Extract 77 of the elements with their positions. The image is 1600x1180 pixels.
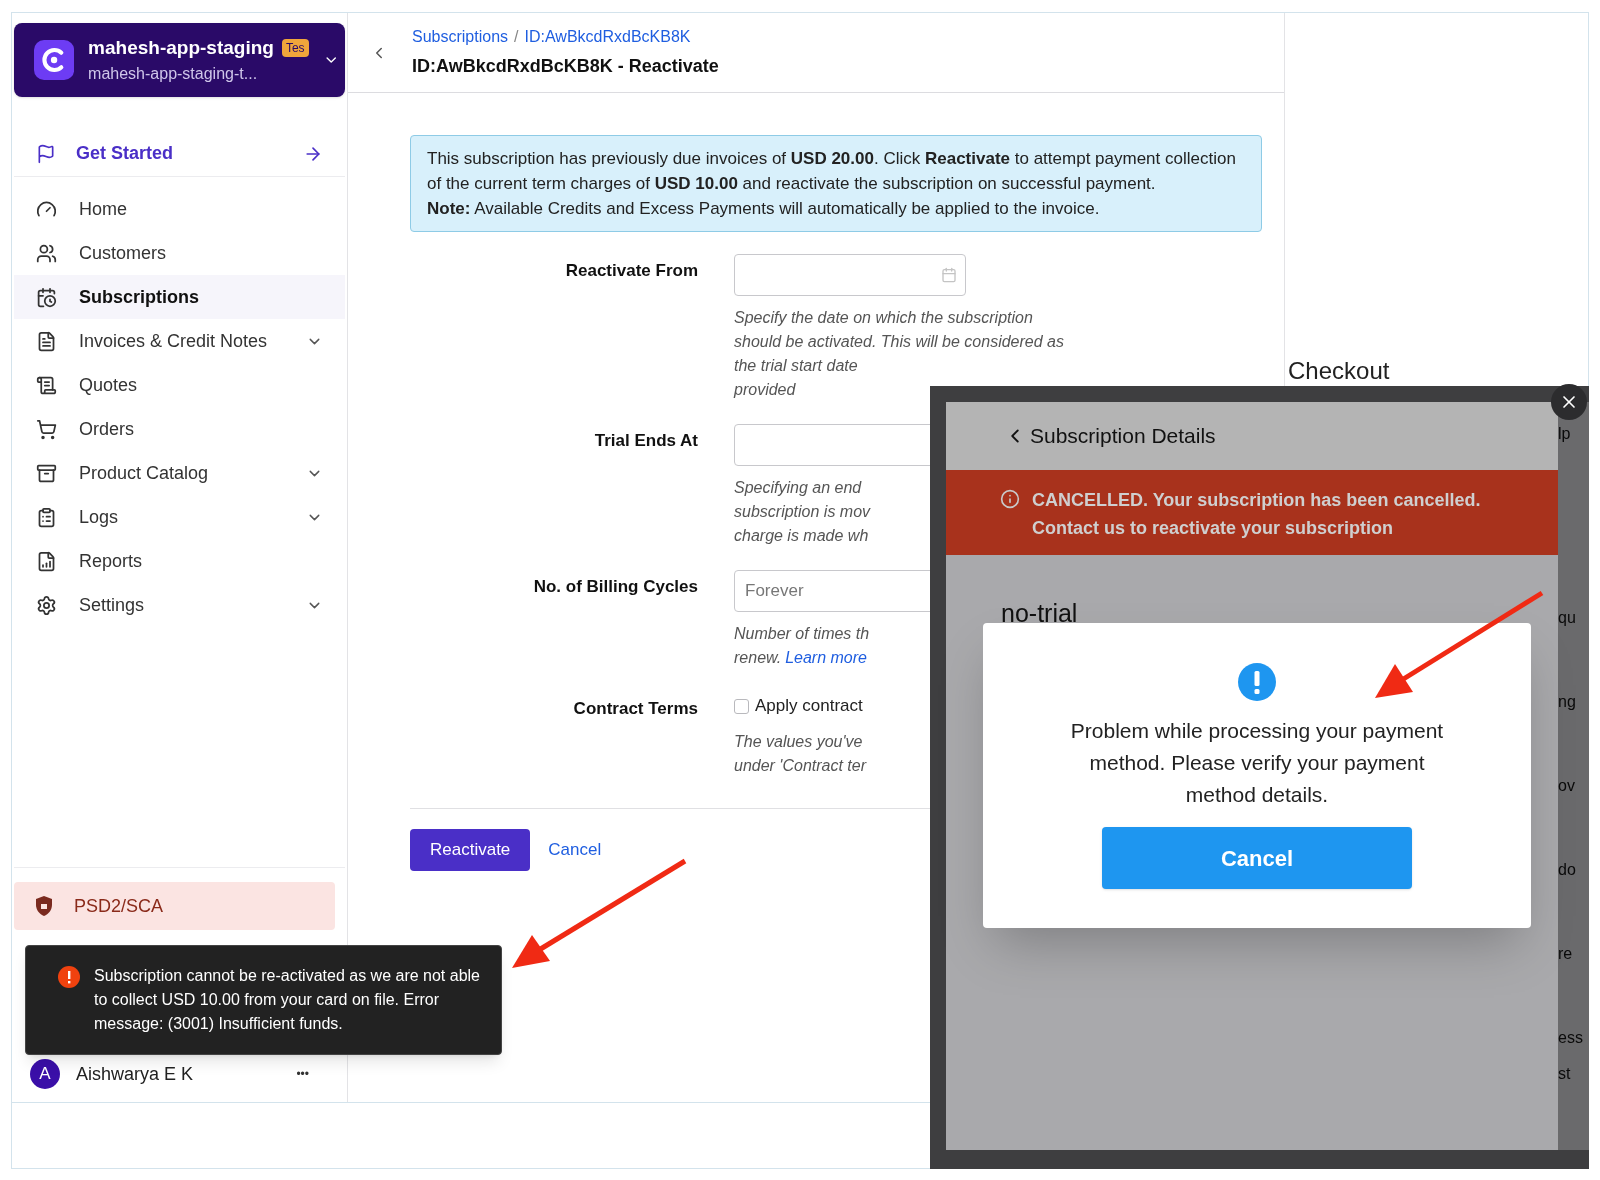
close-button[interactable] bbox=[1551, 384, 1587, 420]
learn-more-link[interactable]: Learn more bbox=[785, 646, 867, 670]
field-label: Trial Ends At bbox=[594, 430, 698, 452]
hint-text: should be activated. This will be considered as bbox=[734, 332, 1064, 352]
box-icon bbox=[36, 462, 57, 484]
nav-item[interactable]: Settings bbox=[14, 583, 345, 627]
checkbox-label: Apply contract bbox=[755, 695, 863, 718]
partial-text: ng bbox=[1558, 692, 1576, 712]
checkbox[interactable] bbox=[734, 698, 749, 714]
nav-item[interactable]: Home bbox=[14, 187, 345, 231]
info-icon bbox=[1000, 489, 1020, 509]
nav-item[interactable]: Product Catalog bbox=[14, 451, 345, 495]
nav-item[interactable]: Subscriptions bbox=[14, 275, 345, 319]
notice-text: This subscription has previously due invoices of USD 20.00. Click Reactivate to attempt payment collection of the current term charges of USD 10.00 and reactivate the subscription on successful payment. bbox=[427, 148, 1237, 195]
report-icon bbox=[36, 550, 57, 572]
breadcrumb-link[interactable]: ID:AwBkcdRxdBcKB8K bbox=[524, 25, 691, 49]
workspace-subtitle: mahesh-app-staging-t... bbox=[88, 64, 259, 85]
flag-icon bbox=[36, 143, 56, 164]
users-icon bbox=[36, 242, 57, 264]
user-name: Aishwarya E K bbox=[76, 1062, 195, 1086]
subscription-details-back[interactable]: Subscription Details bbox=[1030, 420, 1216, 452]
nav-item[interactable]: Orders bbox=[14, 407, 345, 451]
nav-item[interactable]: Logs bbox=[14, 495, 345, 539]
hint-text: under 'Contract ter bbox=[734, 756, 866, 776]
test-badge: Tes bbox=[281, 39, 309, 57]
toast-message: Subscription cannot be re-activated as we are not able to collect USD 10.00 from your card on file. Error message: (3001) Insufficient funds. bbox=[94, 966, 481, 1034]
hint-text: charge is made wh bbox=[734, 526, 869, 546]
field-label: Reactivate From bbox=[565, 260, 698, 282]
calendar-icon bbox=[941, 267, 957, 283]
hint-text: The values you've bbox=[734, 732, 863, 752]
hint-text: subscription is mov bbox=[734, 502, 871, 522]
partial-text: ess bbox=[1558, 1028, 1583, 1048]
nav-item[interactable]: Invoices & Credit Notes bbox=[14, 319, 345, 363]
breadcrumb-link[interactable]: Subscriptions bbox=[412, 25, 509, 49]
psd2-banner[interactable]: PSD2/SCA bbox=[14, 882, 335, 930]
clipboard-icon bbox=[36, 506, 57, 528]
banner-text: CANCELLED. Your subscription has been cancelled. Contact us to reactivate your subscription bbox=[1032, 489, 1482, 540]
shield-icon bbox=[36, 896, 52, 916]
calendar-clock-icon bbox=[36, 286, 57, 308]
hint-text: the trial start date bbox=[734, 356, 858, 376]
cancel-link[interactable]: Cancel bbox=[548, 837, 602, 863]
notice-note: Note: Available Credits and Excess Payments will automatically be applied to the invoice. bbox=[427, 198, 1101, 220]
page-title: ID:AwBkcdRxdBcKB8K - Reactivate bbox=[412, 55, 719, 78]
partial-text: st bbox=[1558, 1064, 1571, 1084]
hint-text: renew. bbox=[734, 648, 782, 668]
workspace-card[interactable]: mahesh-app-staging Tes mahesh-app-staging-t... bbox=[14, 23, 345, 97]
checkout-title: Checkout bbox=[1288, 356, 1390, 386]
partial-text: ov bbox=[1558, 776, 1575, 796]
partial-text: do bbox=[1558, 860, 1576, 880]
settings-icon bbox=[36, 594, 57, 616]
partial-text: lp bbox=[1558, 424, 1571, 444]
nav-item[interactable]: Quotes bbox=[14, 363, 345, 407]
breadcrumb-separator: / bbox=[514, 27, 519, 47]
date-field[interactable] bbox=[734, 254, 966, 296]
field-label: Contract Terms bbox=[573, 698, 698, 720]
exclamation-icon bbox=[1238, 663, 1276, 701]
more-menu[interactable]: ••• bbox=[296, 1065, 309, 1083]
document-icon bbox=[36, 330, 57, 352]
get-started-item[interactable]: Get Started bbox=[14, 131, 345, 177]
nav-item[interactable]: Reports bbox=[14, 539, 345, 583]
workspace-name: mahesh-app-staging bbox=[88, 35, 274, 60]
field-label: No. of Billing Cycles bbox=[533, 576, 698, 598]
partial-text: qu bbox=[1558, 608, 1576, 628]
hint-text: Specify the date on which the subscription bbox=[734, 308, 1033, 328]
hint-text: Specifying an end bbox=[734, 478, 862, 498]
plan-name: no-trial bbox=[1001, 598, 1079, 629]
nav-item[interactable]: Customers bbox=[14, 231, 345, 275]
cart-icon bbox=[36, 418, 57, 440]
hint-text: Number of times th bbox=[734, 624, 870, 644]
avatar[interactable]: A bbox=[30, 1059, 60, 1089]
error-icon bbox=[58, 966, 80, 988]
reactivate-button[interactable]: Reactivate bbox=[410, 829, 531, 871]
partial-text: re bbox=[1558, 944, 1573, 964]
dialog-message: Problem while processing your payment method. Please verify your payment method details. bbox=[1069, 718, 1445, 808]
hint-text: provided bbox=[734, 380, 796, 400]
scroll-icon bbox=[36, 374, 57, 396]
logo-icon bbox=[34, 38, 75, 82]
